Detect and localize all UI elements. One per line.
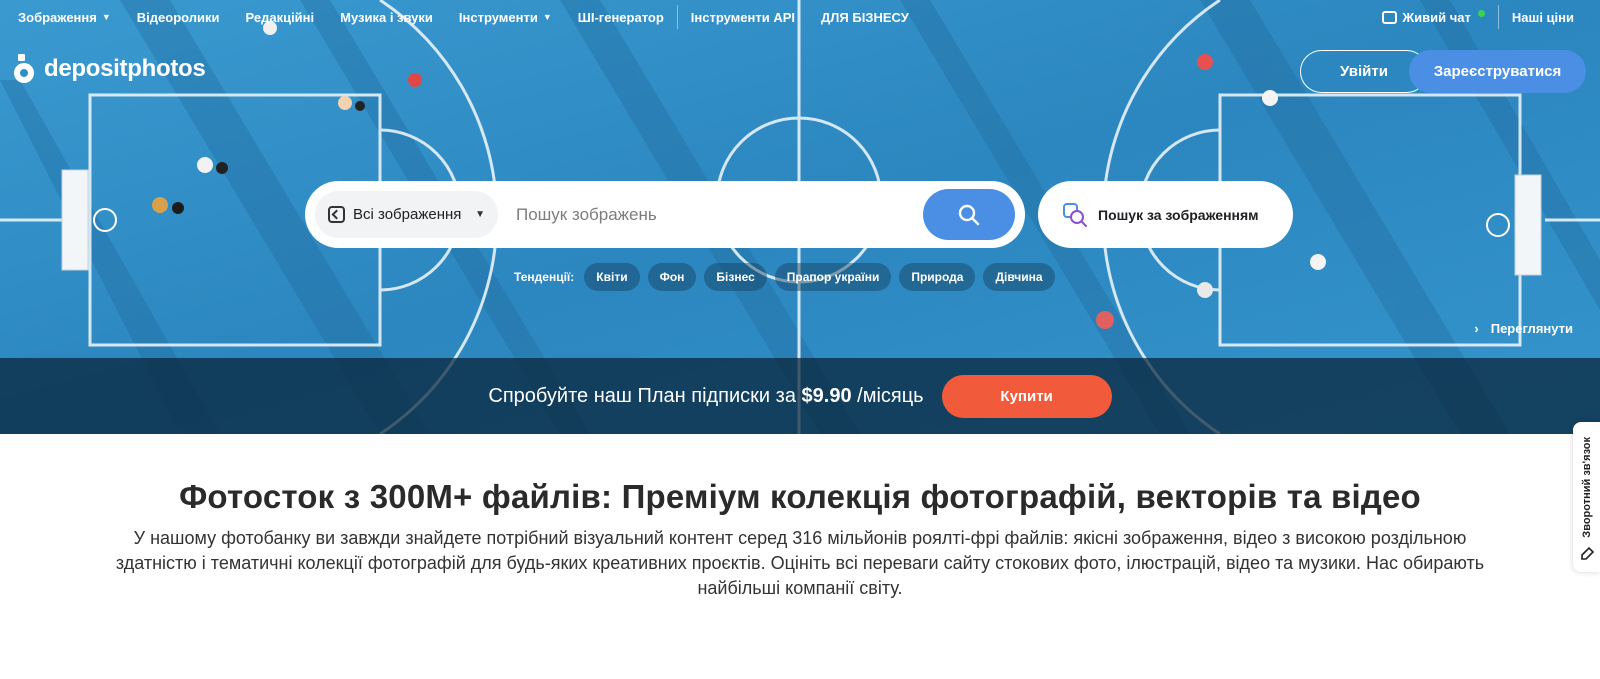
nav-tools-label: Інструменти — [458, 9, 538, 25]
chevron-down-icon: ▼ — [542, 12, 552, 22]
chevron-down-icon: ▼ — [475, 209, 485, 220]
live-chat-link[interactable]: Живий чат — [1364, 9, 1497, 25]
logo[interactable]: depositphotos — [12, 54, 206, 84]
chat-icon — [1382, 10, 1398, 24]
prices-link[interactable]: Наші ціни — [1499, 10, 1600, 25]
search-bar: Всі зображення ▼ — [305, 181, 1025, 248]
nav-tools[interactable]: Інструменти ▼ — [446, 10, 565, 25]
trend-chip[interactable]: Природа — [899, 263, 976, 291]
image-search-label: Пошук за зображенням — [1098, 206, 1259, 223]
trends-bar: Тенденції: Квіти Фон Бізнес Прапор украї… — [514, 263, 1055, 291]
image-search-button[interactable]: Пошук за зображенням — [1038, 181, 1293, 248]
nav-editorial[interactable]: Редакційні — [233, 10, 328, 25]
feedback-label: Зворотний зв'язок — [1580, 437, 1593, 538]
nav-images[interactable]: Зображення ▼ — [0, 10, 124, 25]
nav-business-label: ДЛЯ БІЗНЕСУ — [821, 9, 909, 25]
nav-business[interactable]: ДЛЯ БІЗНЕСУ — [808, 10, 922, 25]
nav-music-label: Музика і звуки — [340, 9, 433, 25]
trends-label: Тенденції: — [514, 270, 575, 284]
promo-text-after: /місяць — [857, 384, 924, 407]
chevron-down-icon: ▼ — [101, 12, 111, 22]
nav-music[interactable]: Музика і звуки — [327, 10, 446, 25]
live-chat-label: Живий чат — [1402, 9, 1471, 25]
feedback-tab[interactable]: Зворотний зв'язок — [1573, 422, 1600, 572]
visual-search-icon — [1063, 202, 1087, 227]
prices-label: Наші ціни — [1511, 9, 1574, 25]
depositphotos-logo-icon — [14, 54, 34, 83]
nav-images-label: Зображення — [18, 9, 97, 25]
nav-ai-generator-label: ШІ-генератор — [577, 9, 664, 25]
nav-editorial-label: Редакційні — [245, 9, 315, 25]
trend-chip[interactable]: Прапор україни — [774, 263, 892, 291]
online-status-dot — [1477, 9, 1485, 17]
image-icon — [328, 206, 345, 223]
nav-videos[interactable]: Відеоролики — [124, 10, 233, 25]
view-link-label: Переглянути — [1490, 321, 1573, 336]
search-type-value: Всі зображення — [353, 206, 462, 223]
feedback-icon — [1580, 546, 1594, 560]
top-nav: Зображення ▼ Відеоролики Редакційні Музик… — [0, 0, 1600, 34]
trend-chip[interactable]: Дівчина — [983, 263, 1055, 291]
subscription-promo-bar: Спробуйте наш План підписки за $9.90 /мі… — [0, 358, 1600, 434]
trend-chip[interactable]: Квіти — [584, 263, 640, 291]
search-input[interactable] — [498, 191, 923, 238]
search-icon — [958, 204, 980, 225]
chevron-right-icon: › — [1474, 321, 1479, 336]
search-type-select[interactable]: Всі зображення ▼ — [315, 191, 498, 238]
view-image-link[interactable]: › Переглянути — [1474, 321, 1573, 336]
register-button[interactable]: Зареєструватися — [1409, 50, 1586, 93]
nav-ai-generator[interactable]: ШІ-генератор — [565, 10, 677, 25]
page-description: У нашому фотобанку ви завжди знайдете по… — [115, 528, 1485, 598]
hero-banner: Зображення ▼ Відеоролики Редакційні Музик… — [0, 0, 1600, 434]
search-button[interactable] — [923, 189, 1015, 240]
promo-price: $9.90 — [801, 384, 852, 407]
nav-videos-label: Відеоролики — [136, 9, 220, 25]
nav-api-tools-label: Інструменти API — [690, 9, 796, 25]
promo-text: Спробуйте наш План підписки за $9.90 /мі… — [488, 385, 923, 408]
promo-text-before: Спробуйте наш План підписки за — [488, 384, 796, 407]
trend-chip[interactable]: Фон — [647, 263, 697, 291]
logo-text: depositphotos — [44, 55, 206, 82]
buy-button[interactable]: Купити — [941, 374, 1112, 418]
nav-right: Живий чат Наші ціни — [1364, 0, 1600, 34]
page-title: Фотосток з 300M+ файлів: Преміум колекці… — [179, 478, 1421, 515]
trend-chip[interactable]: Бізнес — [704, 263, 767, 291]
nav-api-tools[interactable]: Інструменти API — [678, 10, 808, 25]
